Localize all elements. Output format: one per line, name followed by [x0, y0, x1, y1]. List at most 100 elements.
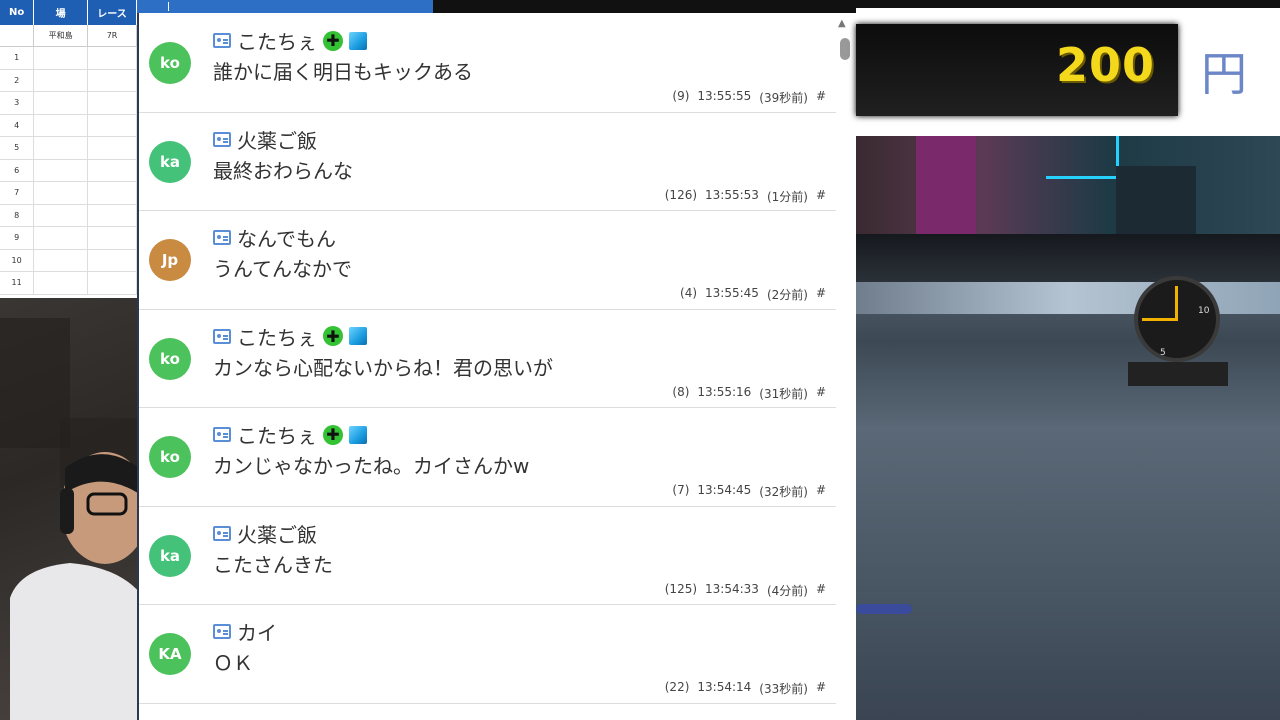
spreadsheet: No 場 レース 平和島 7R 1 2 3 4 5 6 7 8 9 10 11 [0, 0, 137, 298]
permalink[interactable]: # [816, 286, 826, 303]
message-text: うんてんなかで [213, 257, 352, 281]
cell[interactable] [34, 47, 89, 69]
row-number[interactable]: 6 [0, 159, 35, 181]
id-card-icon[interactable] [213, 525, 231, 541]
username[interactable]: 火薬ご飯 [237, 125, 317, 154]
username[interactable]: こたちぇ [237, 420, 317, 449]
spreadsheet-row[interactable]: 2 [0, 69, 137, 92]
chat-scrollbar[interactable] [837, 13, 854, 720]
header-race[interactable]: レース [88, 0, 137, 25]
message-relative-time: (1分前) [766, 189, 808, 204]
id-card-icon[interactable] [213, 230, 231, 245]
avatar[interactable]: ko [149, 42, 191, 84]
spreadsheet-row[interactable]: 3 [0, 92, 137, 115]
spreadsheet-row[interactable]: 6 [0, 159, 137, 182]
username[interactable]: こたちぇ [237, 26, 317, 55]
message-relative-time: (31秒前) [759, 386, 808, 401]
message-count: (9) [672, 89, 690, 103]
scrollbar-thumb[interactable] [840, 38, 850, 60]
message-header: 火薬ご飯 [213, 519, 317, 548]
username[interactable]: こたちぇ [237, 322, 317, 351]
id-card-icon[interactable] [213, 427, 231, 442]
row-number[interactable]: 3 [0, 92, 35, 114]
spreadsheet-row[interactable]: 4 [0, 114, 137, 137]
cell[interactable] [88, 114, 137, 136]
message-time: 13:54:14 [697, 680, 752, 694]
cell[interactable] [88, 227, 137, 249]
chat-message: ka 火薬ご飯 こたさんきた (125) 13:54:33 (4分前) # [139, 506, 836, 605]
header-venue[interactable]: 場 [34, 0, 89, 25]
id-card-icon[interactable] [213, 328, 231, 344]
cell[interactable] [88, 47, 137, 69]
permalink[interactable]: # [816, 483, 826, 500]
avatar[interactable]: ka [149, 534, 191, 577]
row-number[interactable]: 2 [0, 69, 35, 91]
cell[interactable] [88, 159, 137, 181]
permalink[interactable]: # [816, 385, 826, 402]
cube-badge-icon [349, 425, 367, 444]
username[interactable]: カイ [237, 617, 277, 646]
chat-message: ko こたちぇ ✚ 誰かに届く明日もキックある (9) 13:55:55 (39秒前) # [139, 13, 836, 113]
id-card-icon[interactable] [213, 624, 231, 639]
cell[interactable] [88, 137, 137, 159]
cell[interactable] [34, 249, 89, 271]
cell[interactable] [88, 92, 137, 114]
spreadsheet-row[interactable]: 5 [0, 137, 137, 160]
cell[interactable] [88, 272, 137, 294]
message-text: 最終おわらんな [213, 158, 353, 183]
spreadsheet-row[interactable]: 11 [0, 272, 137, 295]
cell[interactable] [34, 204, 89, 226]
spreadsheet-row[interactable]: 1 [0, 47, 137, 70]
id-card-icon[interactable] [213, 131, 231, 147]
clock-number-10: 10 [1198, 306, 1210, 316]
race-clock: 10 5 [1128, 270, 1228, 388]
chat-panel: ko こたちぇ ✚ 誰かに届く明日もキックある (9) 13:55:55 (39秒前) # ka… [137, 13, 856, 720]
row-number[interactable]: 11 [0, 272, 35, 294]
spreadsheet-row[interactable]: 10 [0, 249, 137, 272]
username[interactable]: なんでもん [237, 223, 336, 252]
header-no[interactable]: No [0, 0, 35, 25]
spreadsheet-row[interactable]: 7 [0, 182, 137, 205]
scroll-up-arrow-icon[interactable]: ▲ [838, 18, 846, 29]
row-number[interactable]: 1 [0, 47, 35, 69]
row-number[interactable]: 5 [0, 137, 35, 159]
permalink[interactable]: # [816, 582, 826, 599]
cell[interactable] [34, 137, 89, 159]
permalink[interactable]: # [816, 680, 826, 697]
message-header: 火薬ご飯 [213, 125, 317, 154]
spreadsheet-row[interactable]: 9 [0, 227, 137, 250]
avatar[interactable]: ko [149, 436, 191, 478]
sub-race[interactable]: 7R [88, 25, 137, 46]
cell[interactable] [34, 114, 89, 136]
message-meta: (4) 13:55:45 (2分前) # [680, 286, 826, 303]
permalink[interactable]: # [816, 188, 826, 205]
cell[interactable] [34, 272, 89, 294]
row-number[interactable]: 7 [0, 182, 35, 204]
row-number[interactable]: 10 [0, 249, 35, 271]
avatar[interactable]: Jp [149, 239, 191, 281]
username[interactable]: 火薬ご飯 [237, 519, 317, 548]
cell[interactable] [34, 182, 89, 204]
cell[interactable] [88, 182, 137, 204]
spreadsheet-row[interactable]: 8 [0, 204, 137, 227]
permalink[interactable]: # [816, 89, 826, 106]
row-number[interactable]: 9 [0, 227, 35, 249]
cell[interactable] [34, 92, 89, 114]
sub-venue[interactable]: 平和島 [34, 25, 89, 46]
message-count: (8) [672, 384, 690, 399]
avatar[interactable]: KA [149, 633, 191, 675]
id-card-icon[interactable] [213, 33, 231, 48]
avatar[interactable]: ka [149, 140, 191, 183]
row-number[interactable]: 8 [0, 204, 35, 226]
message-meta: (9) 13:55:55 (39秒前) # [672, 89, 826, 106]
cell[interactable] [88, 204, 137, 226]
cell[interactable] [34, 159, 89, 181]
cell[interactable] [88, 249, 137, 271]
cell[interactable] [34, 227, 89, 249]
message-relative-time: (2分前) [766, 288, 808, 302]
cell[interactable] [34, 69, 89, 91]
row-number[interactable]: 4 [0, 114, 35, 136]
cell[interactable] [88, 69, 137, 91]
avatar[interactable]: ko [149, 337, 191, 380]
sub-no[interactable] [0, 25, 35, 46]
